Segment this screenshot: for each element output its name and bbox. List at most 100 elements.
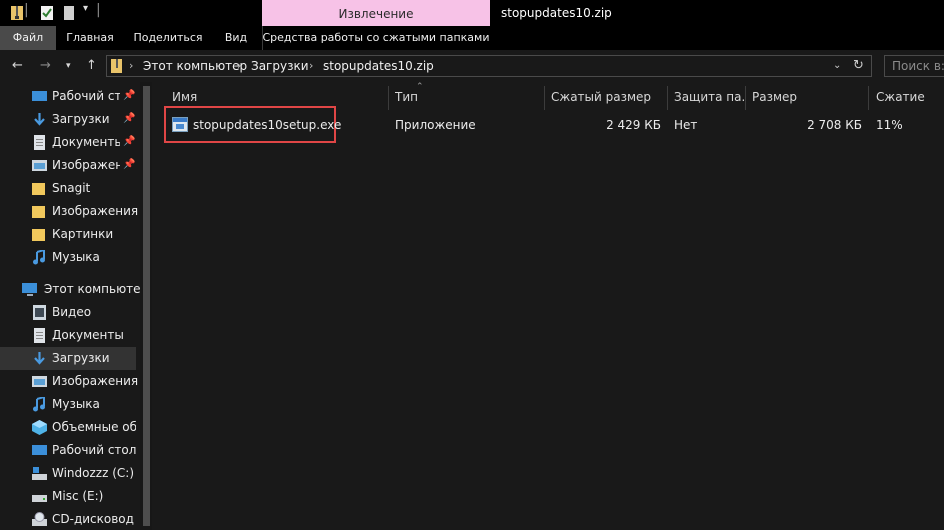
sidebar-item-kartinki[interactable]: Картинки — [0, 223, 136, 246]
address-bar[interactable]: › Этот компьютер › Загрузки › stopupdate… — [106, 55, 872, 77]
column-header-type[interactable]: Тип — [395, 86, 543, 108]
breadcrumb-this-pc[interactable]: Этот компьютер — [143, 56, 247, 76]
customize-quick-access-icon[interactable]: ▾ — [83, 3, 88, 14]
folder-icon — [32, 206, 45, 218]
sidebar-item-label: Snagit — [52, 181, 91, 195]
pin-icon[interactable]: 📌 — [123, 90, 135, 101]
column-divider[interactable] — [388, 86, 389, 110]
sidebar-item-documents-quick[interactable]: Документы 📌 — [0, 131, 136, 154]
sidebar-item-label: Музыка — [52, 397, 100, 411]
forward-arrow-icon[interactable]: → — [40, 56, 51, 76]
column-divider[interactable] — [745, 86, 746, 110]
sidebar-item-pictures-quick[interactable]: Изображени 📌 — [0, 154, 136, 177]
file-name[interactable]: stopupdates10setup.exe — [193, 116, 341, 134]
zip-folder-icon — [11, 6, 23, 20]
breadcrumb-separator-icon: › — [129, 59, 134, 72]
sidebar-scrollbar-thumb[interactable] — [143, 86, 150, 526]
window-title: stopupdates10.zip — [501, 6, 612, 20]
column-header-size[interactable]: Размер — [752, 86, 862, 108]
sidebar-item-desktop[interactable]: Рабочий стол — [0, 439, 136, 462]
breadcrumb-separator-icon[interactable]: › — [309, 56, 313, 76]
music-icon — [33, 397, 45, 412]
breadcrumb-separator-icon[interactable]: › — [237, 56, 241, 76]
sidebar-item-label: Музыка — [52, 250, 100, 264]
tab-home[interactable]: Главная — [58, 26, 122, 50]
tab-view[interactable]: Вид — [214, 26, 258, 50]
sidebar-item-images-folder[interactable]: Изображения — [0, 200, 139, 223]
pin-icon[interactable]: 📌 — [123, 113, 135, 124]
folder-icon — [32, 229, 45, 241]
sidebar-item-drive-e[interactable]: Misc (E:) — [0, 485, 136, 508]
breadcrumb-zip[interactable]: stopupdates10.zip — [323, 56, 434, 76]
sidebar-item-cd-drive[interactable]: CD-дисковод (G — [0, 508, 136, 530]
ribbon-tabs: Файл Главная Поделиться Вид Средства раб… — [0, 26, 944, 50]
sidebar-item-drive-c[interactable]: Windozzz (C:) — [0, 462, 136, 485]
tab-share[interactable]: Поделиться — [126, 26, 210, 50]
sidebar-item-pictures[interactable]: Изображения — [0, 370, 139, 393]
tab-file[interactable]: Файл — [0, 26, 56, 50]
sidebar-item-music[interactable]: Музыка — [0, 393, 136, 416]
tab-compressed-folder-tools[interactable]: Средства работы со сжатыми папками — [262, 26, 490, 50]
sidebar-item-label: Misc (E:) — [52, 489, 104, 503]
sidebar-item-label: Документы — [52, 328, 124, 342]
sidebar-item-label: Документы — [52, 135, 120, 149]
drive-icon — [32, 495, 47, 502]
desktop-icon — [32, 91, 47, 101]
properties-icon[interactable] — [40, 5, 54, 21]
computer-icon — [22, 283, 37, 296]
sidebar-item-label: Картинки — [52, 227, 114, 241]
documents-icon — [34, 135, 45, 150]
sidebar-item-music-quick[interactable]: Музыка — [0, 246, 136, 269]
sidebar-item-downloads-quick[interactable]: Загрузки 📌 — [0, 108, 136, 131]
sidebar-item-downloads[interactable]: Загрузки — [0, 347, 136, 370]
column-divider[interactable] — [868, 86, 869, 110]
extract-context-tab[interactable]: Извлечение — [262, 0, 490, 26]
pictures-icon — [32, 160, 47, 171]
sidebar-item-video[interactable]: Видео — [0, 301, 136, 324]
sidebar-item-label: Изображения — [52, 204, 139, 218]
breadcrumb-downloads[interactable]: Загрузки — [251, 56, 309, 76]
sidebar-item-label: Изображени — [52, 158, 120, 172]
new-folder-icon[interactable] — [63, 5, 75, 21]
file-compressed-size: 2 429 КБ — [606, 118, 661, 132]
up-arrow-icon[interactable]: ↑ — [86, 56, 97, 76]
column-header-name[interactable]: Имя — [172, 86, 382, 108]
back-arrow-icon[interactable]: ← — [12, 56, 23, 76]
column-header-protection[interactable]: Защита па... — [674, 86, 744, 108]
recent-locations-chevron-icon[interactable]: ▾ — [66, 56, 71, 76]
column-divider[interactable] — [544, 86, 545, 110]
windows-drive-icon — [32, 467, 47, 480]
sidebar-item-label: Видео — [52, 305, 92, 319]
sidebar-item-3d-objects[interactable]: Объемные объ — [0, 416, 136, 439]
executable-file-icon[interactable] — [172, 117, 188, 132]
search-input[interactable]: Поиск в: s — [884, 55, 944, 77]
pin-icon[interactable]: 📌 — [123, 136, 135, 147]
cd-drive-icon — [32, 512, 47, 526]
zip-folder-icon — [111, 59, 122, 73]
sidebar-item-label: Изображения — [52, 374, 139, 388]
sidebar-item-label: Рабочий сто. — [52, 89, 120, 103]
documents-icon — [34, 328, 45, 343]
sidebar-item-desktop-quick[interactable]: Рабочий сто. 📌 — [0, 85, 136, 108]
sidebar-item-snagit[interactable]: Snagit — [0, 177, 136, 200]
sidebar-item-label: Рабочий стол — [52, 443, 137, 457]
download-icon — [34, 113, 45, 126]
title-bar: | ▾ | Извлечение stopupdates10.zip — [0, 0, 944, 26]
column-header-compressed-size[interactable]: Сжатый размер — [551, 86, 667, 108]
address-dropdown-chevron-icon[interactable]: ⌄ — [833, 56, 841, 76]
pin-icon[interactable]: 📌 — [123, 159, 135, 170]
sidebar-item-label: Этот компьютер — [44, 282, 149, 296]
sidebar-item-label: Объемные объ — [52, 420, 136, 434]
separator-icon: | — [96, 2, 101, 18]
download-icon — [34, 352, 45, 365]
pictures-icon — [32, 376, 47, 387]
column-divider[interactable] — [667, 86, 668, 110]
column-header-ratio[interactable]: Сжатие — [876, 86, 942, 108]
sidebar-item-documents[interactable]: Документы — [0, 324, 136, 347]
folder-icon — [32, 183, 45, 195]
refresh-icon[interactable]: ↻ — [853, 56, 864, 76]
separator-icon: | — [24, 2, 29, 18]
3d-objects-icon — [32, 420, 47, 435]
file-list: ⌃ Имя Тип Сжатый размер Защита па... Раз… — [152, 82, 944, 530]
sidebar-item-this-pc[interactable]: Этот компьютер — [0, 278, 148, 301]
